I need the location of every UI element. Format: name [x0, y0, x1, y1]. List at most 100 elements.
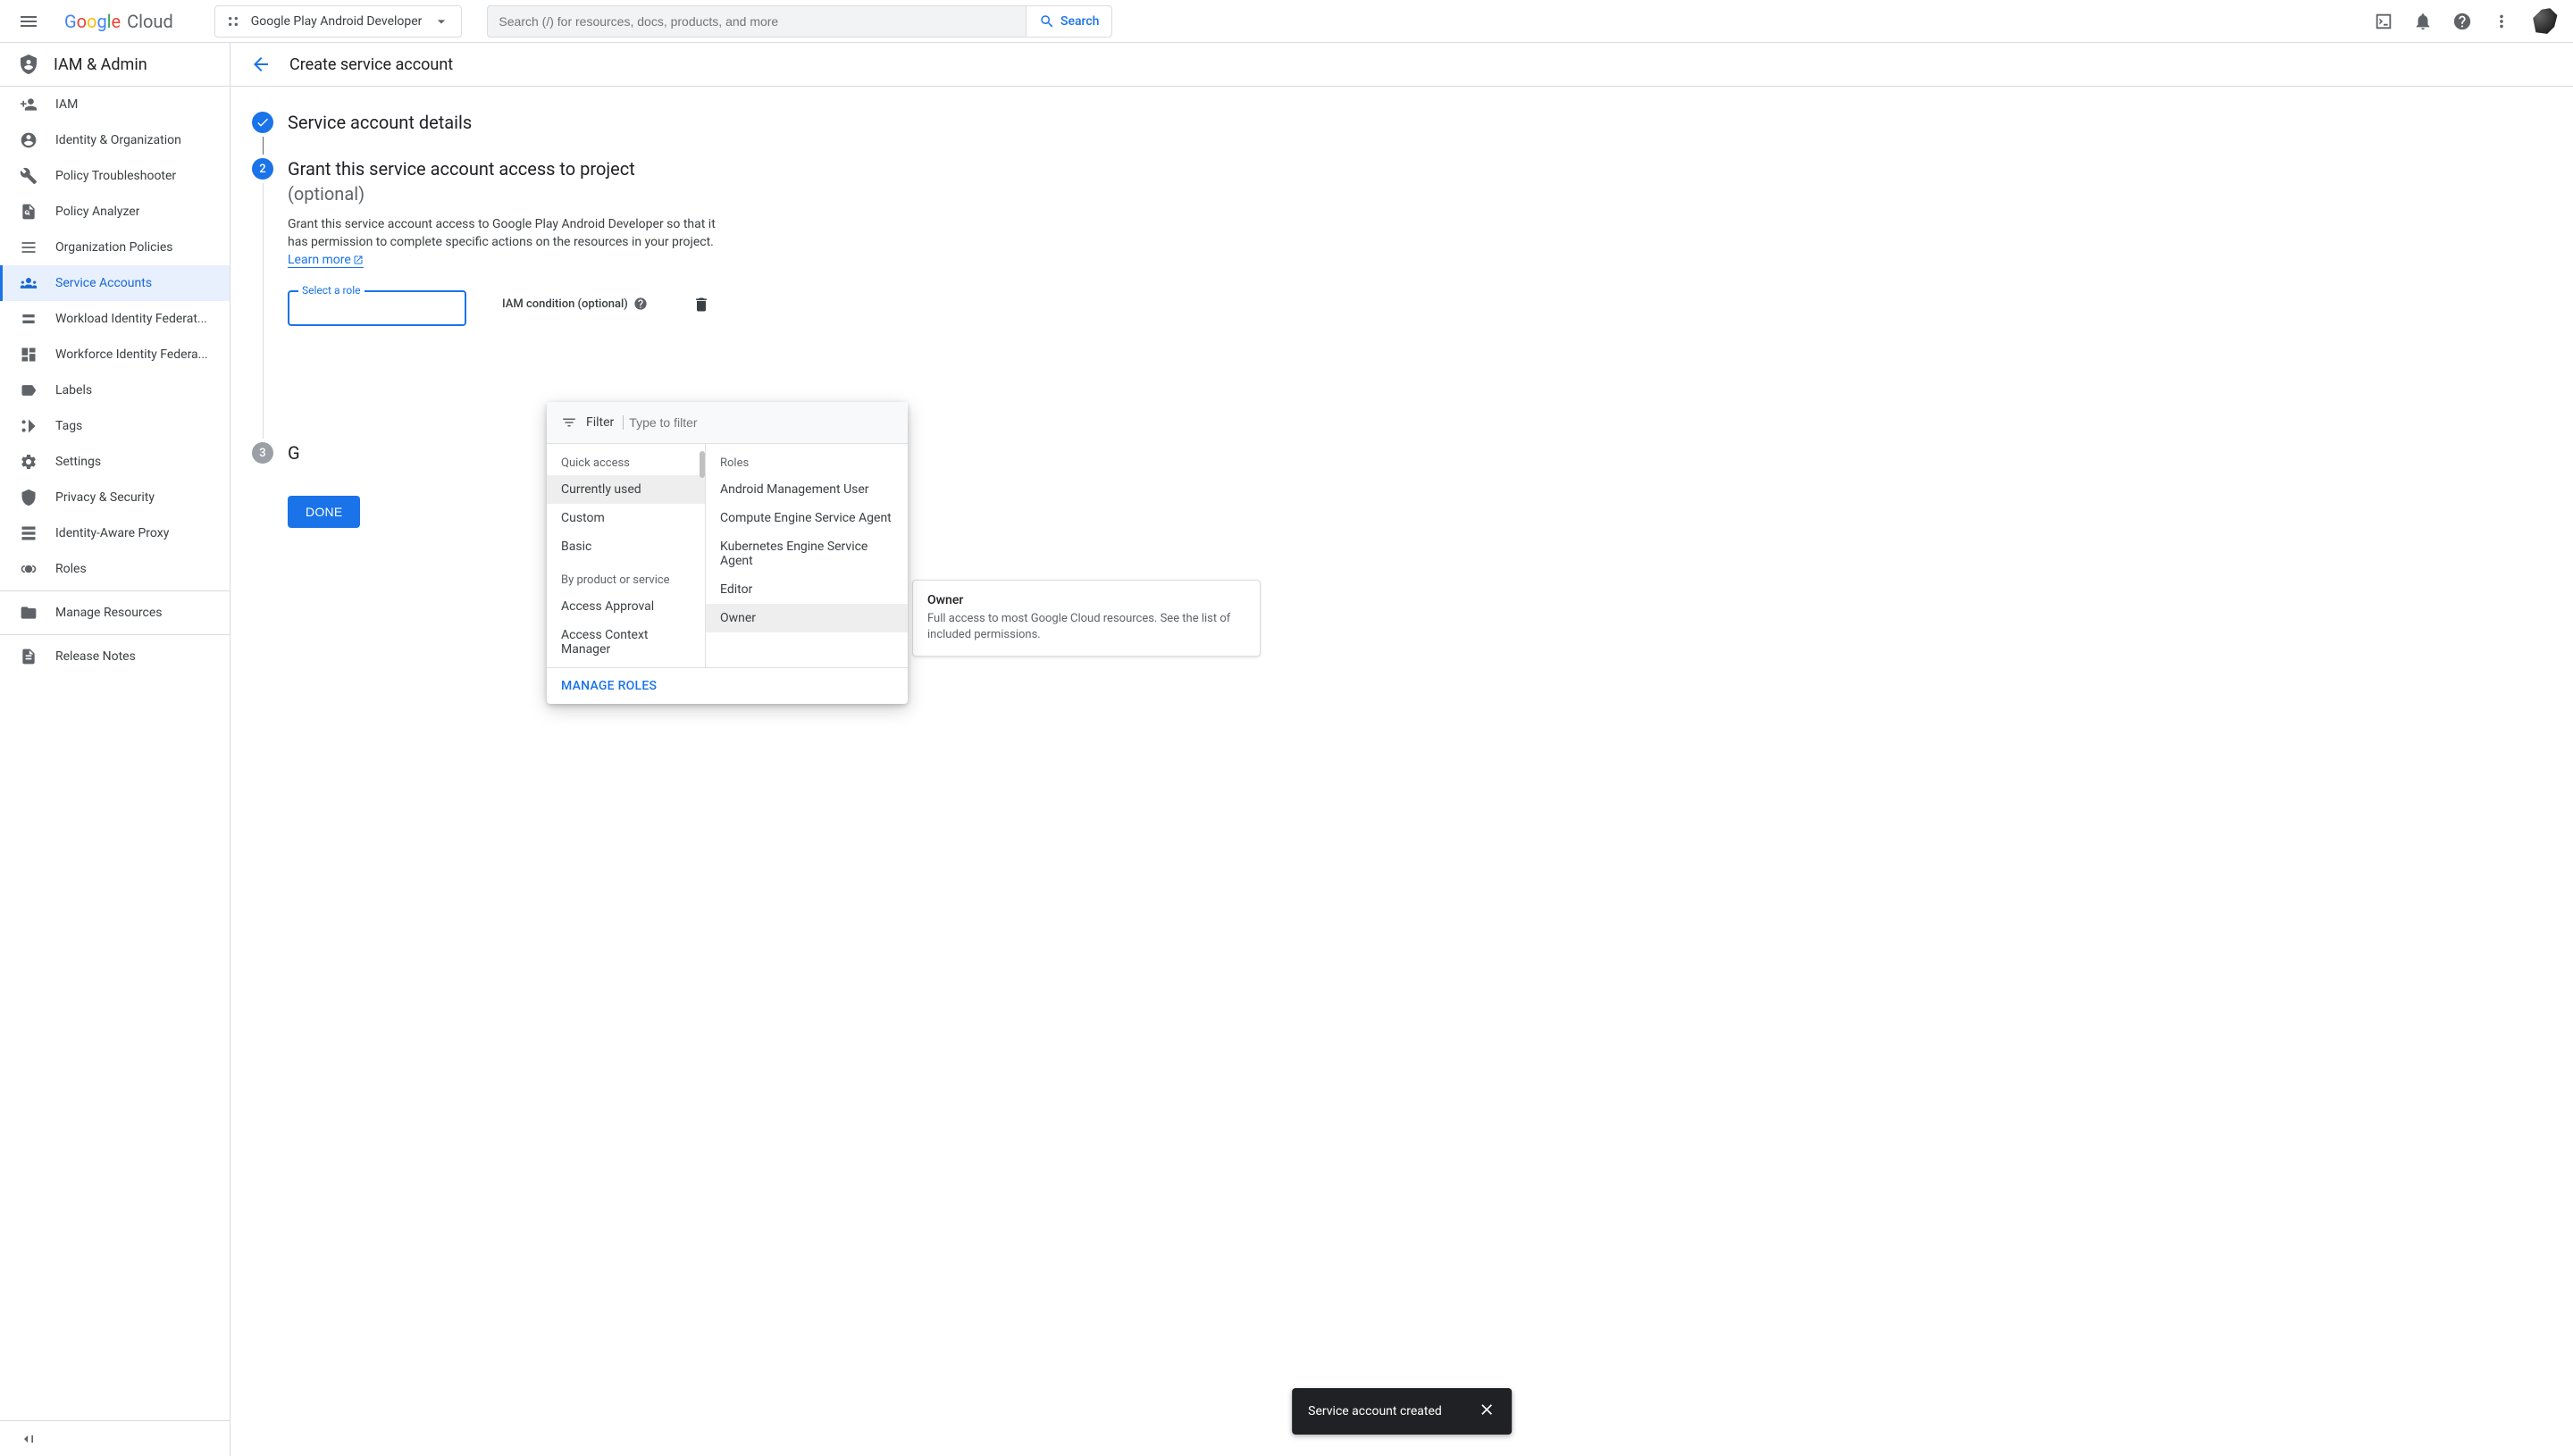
sidebar-item-label: Identity-Aware Proxy [55, 526, 169, 540]
iam-shield-icon [18, 54, 39, 75]
step-2-title: Grant this service account access to pro… [288, 158, 2573, 180]
sidebar-item-policy-troubleshooter[interactable]: Policy Troubleshooter [0, 158, 230, 194]
sidebar-item-label: Tags [55, 419, 82, 433]
role-select-label: Select a role [298, 284, 365, 297]
gear-icon [20, 453, 38, 471]
sidebar-item-workforce-identity[interactable]: Workforce Identity Federa... [0, 337, 230, 372]
dropdown-cat-currently-used[interactable]: Currently used [547, 475, 705, 504]
filter-input[interactable] [623, 415, 893, 430]
scrollbar-thumb[interactable] [700, 451, 705, 478]
sidebar-item-label: Policy Analyzer [55, 205, 139, 219]
more-vert-icon [2492, 12, 2511, 31]
dropdown-role-owner[interactable]: Owner [706, 604, 908, 632]
sidebar-item-roles[interactable]: Roles [0, 551, 230, 587]
project-picker[interactable]: Google Play Android Developer [214, 5, 463, 38]
workload-icon [20, 310, 38, 328]
dropdown-role-compute-agent[interactable]: Compute Engine Service Agent [706, 504, 908, 532]
sidebar-item-workload-identity[interactable]: Workload Identity Federat... [0, 301, 230, 337]
header-actions [2366, 4, 2566, 39]
sidebar-item-policy-analyzer[interactable]: Policy Analyzer [0, 194, 230, 230]
delete-role-button[interactable] [692, 296, 710, 317]
sidebar-item-label: Organization Policies [55, 240, 173, 255]
sidebar-item-labels[interactable]: Labels [0, 372, 230, 408]
step-3-title-partial: G [288, 442, 300, 464]
dropdown-role-editor[interactable]: Editor [706, 575, 908, 604]
back-button[interactable] [250, 54, 272, 75]
page-header: Create service account [230, 43, 2573, 87]
dropdown-cat-basic[interactable]: Basic [547, 532, 705, 561]
sidebar-item-label: Privacy & Security [55, 490, 155, 505]
sidebar-item-settings[interactable]: Settings [0, 444, 230, 480]
sidebar-item-label: Roles [55, 562, 87, 576]
sidebar-item-service-accounts[interactable]: Service Accounts [0, 265, 230, 301]
dropdown-cat-custom[interactable]: Custom [547, 504, 705, 532]
search-button-label: Search [1060, 14, 1099, 29]
sidebar-item-privacy-security[interactable]: Privacy & Security [0, 480, 230, 515]
dropdown-cat-access-approval[interactable]: Access Approval [547, 592, 705, 621]
sidebar-item-manage-resources[interactable]: Manage Resources [0, 595, 230, 631]
wrench-icon [20, 167, 38, 185]
iam-condition-text: IAM condition (optional) [502, 297, 628, 311]
notifications-button[interactable] [2405, 4, 2441, 39]
step-2-description: Grant this service account access to Goo… [288, 215, 717, 269]
search-bar: Search [487, 5, 1112, 38]
step-2-indicator: 2 [252, 158, 273, 180]
snackbar-close-button[interactable] [1478, 1401, 1496, 1422]
account-avatar[interactable] [2530, 7, 2559, 36]
group-label-by-product: By product or service [547, 561, 705, 592]
person-add-icon [20, 96, 38, 113]
dropdown-categories[interactable]: Quick access Currently used Custom Basic… [547, 444, 706, 667]
top-header: Google Cloud Google Play Android Develop… [0, 0, 2573, 43]
role-select[interactable]: Select a role [288, 290, 466, 326]
iam-condition-label[interactable]: IAM condition (optional) [502, 297, 648, 311]
notes-icon [20, 648, 38, 665]
learn-more-link[interactable]: Learn more [288, 253, 364, 268]
manage-roles-link[interactable]: MANAGE ROLES [561, 679, 657, 693]
more-button[interactable] [2484, 4, 2519, 39]
sidebar-item-iam[interactable]: IAM [0, 87, 230, 122]
help-button[interactable] [2444, 4, 2480, 39]
dropdown-role-k8s-agent[interactable]: Kubernetes Engine Service Agent [706, 532, 908, 575]
dropdown-footer: MANAGE ROLES [547, 667, 908, 704]
sidebar-title[interactable]: IAM & Admin [0, 43, 230, 87]
step-1-title: Service account details [288, 112, 2573, 133]
sidebar-item-identity-org[interactable]: Identity & Organization [0, 122, 230, 158]
hamburger-icon [18, 11, 39, 32]
sidebar-item-iap[interactable]: Identity-Aware Proxy [0, 515, 230, 551]
dropdown-roles[interactable]: Roles Android Management User Compute En… [706, 444, 908, 667]
help-icon [633, 297, 648, 311]
dropdown-cat-access-context[interactable]: Access Context Manager [547, 621, 705, 664]
done-button[interactable]: DONE [288, 496, 360, 528]
search-button[interactable]: Search [1026, 6, 1111, 37]
trash-icon [692, 296, 710, 314]
sidebar: IAM & Admin IAM Identity & Organization … [0, 43, 230, 1456]
sidebar-title-text: IAM & Admin [54, 55, 147, 74]
role-dropdown: Filter Quick access Currently used Custo… [547, 402, 908, 704]
list-icon [20, 238, 38, 256]
sidebar-item-org-policies[interactable]: Organization Policies [0, 230, 230, 265]
step-2-optional: (optional) [288, 183, 2573, 205]
search-input[interactable] [488, 14, 1026, 29]
role-tooltip: Owner Full access to most Google Cloud r… [912, 580, 1261, 657]
nav-menu-button[interactable] [7, 0, 50, 43]
account-circle-icon [20, 131, 38, 149]
cloud-shell-button[interactable] [2366, 4, 2401, 39]
roles-icon [20, 560, 38, 578]
iap-icon [20, 524, 38, 542]
shield-icon [20, 489, 38, 506]
dropdown-role-android-mgmt[interactable]: Android Management User [706, 475, 908, 504]
sidebar-item-tags[interactable]: Tags [0, 408, 230, 444]
main-panel: Create service account Service account d… [230, 43, 2573, 1456]
sidebar-item-label: Labels [55, 383, 92, 397]
check-icon [256, 115, 270, 130]
content-scroll[interactable]: Service account details 2 Grant this ser… [230, 87, 2573, 1456]
sidebar-collapse-button[interactable] [0, 1420, 230, 1456]
dropdown-filter-row: Filter [547, 402, 908, 444]
step-2: 2 Grant this service account access to p… [252, 158, 2573, 442]
page-title: Create service account [289, 55, 453, 74]
sidebar-divider [0, 590, 230, 591]
sidebar-item-release-notes[interactable]: Release Notes [0, 639, 230, 674]
google-cloud-logo[interactable]: Google Cloud [57, 11, 180, 32]
snackbar: Service account created [1292, 1388, 1512, 1435]
step-1-indicator[interactable] [252, 112, 273, 133]
